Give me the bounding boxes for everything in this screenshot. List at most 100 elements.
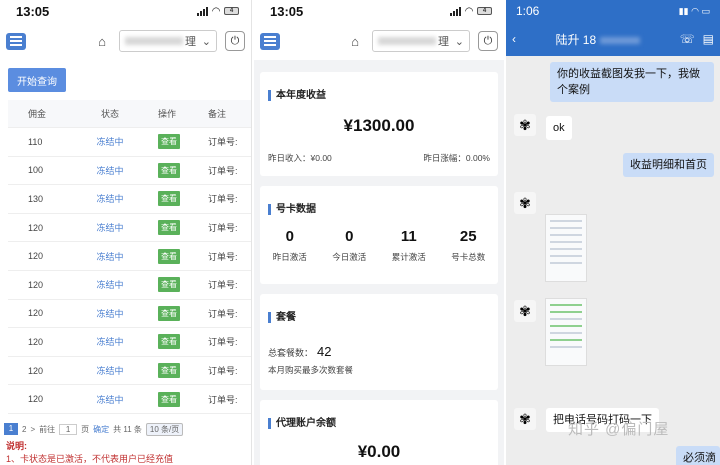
view-button[interactable]: 查看 [158,391,180,407]
message-bubble[interactable]: 必须滴 [676,446,720,465]
image-message[interactable] [545,214,587,282]
balance-card: 代理账户余额 ¥0.00 [260,400,498,465]
agent-select[interactable]: 理 ⌄ [372,30,470,52]
chevron-down-icon: ⌄ [454,35,464,48]
wifi-icon: ◠ [212,5,220,17]
remark-cell: 订单号: [208,223,238,234]
annual-amount: ¥1300.00 [343,116,415,135]
table-body: 110 冻结中 查看 订单号: 100 冻结中 查看 订单号: 130 冻结中 查看 订单号: 120 冻… [8,128,251,414]
home-icon[interactable]: ⌂ [346,34,364,49]
card-title: 号卡数据 [268,204,316,215]
commission-cell: 120 [28,336,44,347]
view-button[interactable]: 查看 [158,191,180,207]
message-bubble[interactable]: 你的收益截图发我一下，我做个案例 [550,62,714,102]
chat-header: ‹ 陆升 18 ☏ ▤ [506,22,720,56]
commission-cell: 120 [28,251,44,262]
commission-list-panel: 13:05 ◠ 4 ⌂ 理 ⌄ ⏻ 开始查询 佣金 状态 操作 备注 110 冻… [0,0,252,465]
commission-cell: 130 [28,193,44,204]
agent-select[interactable]: 理 ⌄ [119,30,217,52]
dashboard-panel: 13:05 ◠ 4 ⌂ 理 ⌄ ⏻ 本年度收益 ¥1300.00 昨日收入：¥0… [254,0,504,465]
remark-cell: 订单号: [208,137,238,148]
watermark: 知乎 @偏门屋 [568,421,670,438]
goto-label: 前往 [39,424,56,434]
view-button[interactable]: 查看 [158,363,180,379]
image-message[interactable] [545,298,587,366]
view-button[interactable]: 查看 [158,277,180,293]
status-cell: 冻结中 [96,165,124,176]
contact-card-icon[interactable]: ☏ [680,32,695,46]
status-cell: 冻结中 [96,337,124,348]
status-cell: 冻结中 [96,308,124,319]
page-2-button[interactable]: 2 [22,425,26,434]
action-cell: 查看 [154,363,208,379]
menu-icon[interactable] [6,32,26,50]
signal-icon [450,6,462,16]
next-page-button[interactable]: > [30,425,35,434]
screenshot-collage: 13:05 ◠ 4 ⌂ 理 ⌄ ⏻ 开始查询 佣金 状态 操作 备注 110 冻… [0,0,720,465]
signal-icon [197,6,209,16]
card-title: 套餐 [268,312,296,323]
page-size-select[interactable]: 10 条/页 [145,422,184,436]
view-button[interactable]: 查看 [158,220,180,236]
action-cell: 查看 [154,305,208,321]
table-row: 120 冻结中 查看 订单号: [8,271,251,300]
chat-panel: 1:06 ▮▮ ◠ ▭ ‹ 陆升 18 ☏ ▤ 你的收益截图发我一下，我做个案例… [506,0,720,465]
power-icon[interactable]: ⏻ [478,31,498,51]
message-bubble[interactable]: 收益明细和首页 [623,153,714,177]
more-icon[interactable]: ▤ [703,32,714,46]
page-unit: 页 [81,424,90,434]
remark-cell: 订单号: [208,394,238,405]
package-desc: 本月购买最多次数套餐 [268,365,354,375]
view-button[interactable]: 查看 [158,162,180,178]
top-nav: ⌂ 理 ⌄ ⏻ [0,22,251,60]
pagination: 1 2 > 前往 1 页 确定 共 11 条 10 条/页 [0,422,251,436]
query-button[interactable]: 开始查询 [8,68,66,92]
commission-cell: 120 [28,308,44,319]
remark-cell: 订单号: [208,280,238,291]
blurred-name [378,37,436,45]
table-header: 佣金 状态 操作 备注 [8,100,251,128]
package-card: 套餐 总套餐数： 42 本月购买最多次数套餐 [260,294,498,390]
wifi-icon: ◠ [465,5,473,17]
view-button[interactable]: 查看 [158,305,180,321]
power-icon[interactable]: ⏻ [225,31,245,51]
menu-icon[interactable] [260,32,280,50]
status-icons: ▮▮ ◠ ▭ [678,5,710,16]
action-cell: 查看 [154,134,208,150]
commission-cell: 120 [28,279,44,290]
blurred-name [125,37,183,45]
table-row: 120 冻结中 查看 订单号: [8,242,251,271]
stat-item: 11 累计激活 [391,228,426,262]
avatar-icon[interactable]: ✾ [514,300,536,322]
remark-cell: 订单号: [208,337,238,348]
back-icon[interactable]: ‹ [512,32,516,46]
action-cell: 查看 [154,277,208,293]
avatar-icon[interactable]: ✾ [514,114,536,136]
remark-cell: 订单号: [208,308,238,319]
contact-name: 陆升 18 [524,31,672,48]
battery-icon: 4 [477,7,492,15]
total-count: 共 11 条 [113,424,142,434]
status-bar: 1:06 ▮▮ ◠ ▭ [506,0,720,22]
view-button[interactable]: 查看 [158,134,180,150]
view-button[interactable]: 查看 [158,334,180,350]
status-cell: 冻结中 [96,194,124,205]
avatar-icon[interactable]: ✾ [514,408,536,430]
action-cell: 查看 [154,191,208,207]
yesterday-growth: 昨日涨幅：0.00% [423,153,490,163]
home-icon[interactable]: ⌂ [93,34,111,49]
package-count: 总套餐数： 42 [268,344,332,359]
blurred-number [600,36,641,44]
confirm-button[interactable]: 确定 [93,424,109,435]
page-1-button[interactable]: 1 [4,423,18,435]
commission-cell: 110 [28,136,43,147]
note-line: 1、卡状态是已激活，不代表用户已经充值 [6,454,174,464]
view-button[interactable]: 查看 [158,248,180,264]
action-cell: 查看 [154,162,208,178]
avatar-icon[interactable]: ✾ [514,192,536,214]
commission-cell: 100 [28,165,44,176]
status-cell: 冻结中 [96,223,124,234]
page-input[interactable]: 1 [59,423,78,435]
message-bubble[interactable]: ok [546,116,572,140]
battery-icon: 4 [224,7,239,15]
